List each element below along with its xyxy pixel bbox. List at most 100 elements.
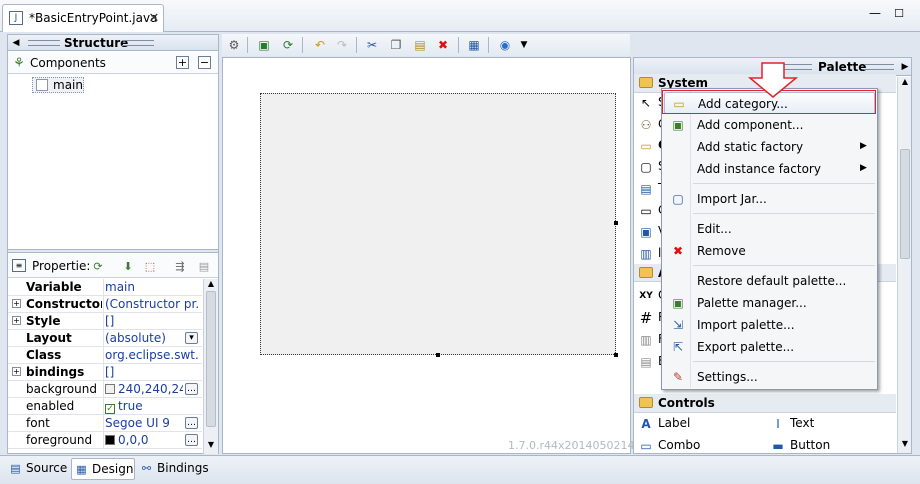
property-row-foreground[interactable]: foreground 0,0,0 … (8, 432, 202, 449)
ellipsis-button[interactable]: … (185, 383, 198, 395)
refresh-icon[interactable]: ⟳ (280, 37, 296, 53)
default-value-icon[interactable]: ⬚ (142, 258, 158, 274)
scrolled-composite-icon: ▤ (640, 182, 652, 196)
scroll-thumb[interactable] (206, 291, 216, 427)
resize-handle[interactable] (436, 353, 440, 357)
test-gui-icon[interactable]: ⚙ (226, 37, 242, 53)
palette-category-controls[interactable]: Controls (634, 394, 896, 413)
expand-icon[interactable]: + (12, 316, 21, 325)
expand-icon[interactable]: + (12, 367, 21, 376)
menu-item-import-palette[interactable]: ⇲ Import palette... (664, 314, 875, 336)
ellipsis-button[interactable]: … (185, 434, 198, 446)
components-header: ⚘ Components + − (8, 52, 218, 74)
goto-definition-icon[interactable]: ⬇ (120, 258, 136, 274)
components-label: Components (30, 56, 106, 70)
menu-item-settings[interactable]: ✎ Settings... (664, 366, 875, 388)
menu-item-restore-default-palette[interactable]: Restore default palette... (664, 270, 875, 292)
property-value[interactable]: (Constructor pr... (105, 297, 199, 311)
property-key: font (26, 416, 50, 430)
close-icon[interactable]: ✕ (147, 10, 161, 26)
collapse-right-icon[interactable]: ▶ (900, 61, 910, 73)
expand-icon[interactable]: + (12, 299, 21, 308)
property-row-style[interactable]: + Style [] (8, 313, 202, 330)
cut-icon[interactable]: ✂ (364, 37, 380, 53)
property-value[interactable]: (absolute) (105, 331, 183, 345)
scroll-down-icon[interactable]: ▼ (206, 440, 216, 450)
components-icon: ⚘ (13, 55, 25, 71)
property-row-variable[interactable]: Variable main (8, 279, 202, 296)
menu-icon[interactable]: ▤ (196, 258, 212, 274)
editor-title-bar: J *BasicEntryPoint.java ✕ — ☐ (0, 0, 920, 32)
menu-item-add-component[interactable]: ▣ Add component... (664, 114, 875, 136)
menu-item-import-jar[interactable]: ▢ Import Jar... (664, 188, 875, 210)
globe-icon[interactable]: ◉ (497, 37, 513, 53)
tab-folder-icon: ▭ (640, 204, 652, 218)
properties-scrollbar[interactable]: ▲ ▼ (203, 279, 218, 454)
scroll-down-icon[interactable]: ▼ (900, 439, 910, 449)
expand-all-button[interactable]: + (176, 56, 189, 69)
menu-item-add-instance-factory[interactable]: Add instance factory ▶ (664, 158, 875, 180)
scroll-thumb[interactable] (900, 149, 910, 259)
structure-title: Structure (64, 36, 129, 50)
show-events-icon[interactable]: ⟳ (90, 258, 106, 274)
property-key: foreground (26, 433, 93, 447)
resize-handle[interactable] (614, 353, 618, 357)
menu-item-remove[interactable]: ✖ Remove (664, 240, 875, 262)
resize-handle[interactable] (614, 221, 618, 225)
tab-source[interactable]: ▤ Source (6, 458, 70, 480)
ellipsis-button[interactable]: … (185, 417, 198, 429)
property-value[interactable]: Segoe UI 9 (105, 416, 183, 430)
minimize-icon[interactable]: — (868, 6, 882, 20)
layout-icon[interactable]: ▦ (466, 37, 482, 53)
shell-main[interactable] (260, 93, 616, 355)
property-row-background[interactable]: background 240,240,240 … (8, 381, 202, 398)
collapse-all-button[interactable]: − (198, 56, 211, 69)
drag-grip[interactable] (28, 40, 60, 46)
panel-splitter[interactable] (8, 249, 218, 253)
scroll-up-icon[interactable]: ▲ (900, 77, 910, 87)
paste-icon[interactable]: ▤ (412, 37, 428, 53)
property-value[interactable]: main (105, 280, 199, 294)
property-value[interactable]: [] (105, 314, 199, 328)
design-canvas[interactable]: 1.7.0.r44x201405021445 (222, 57, 649, 454)
maximize-icon[interactable]: ☐ (892, 6, 906, 20)
property-value: true (118, 399, 143, 413)
component-icon: ▣ (672, 118, 684, 132)
property-row-class[interactable]: Class org.eclipse.swt.... (8, 347, 202, 364)
menu-item-edit[interactable]: Edit... (664, 218, 875, 240)
property-row-bindings[interactable]: + bindings [] (8, 364, 202, 381)
copy-icon[interactable]: ❐ (388, 37, 404, 53)
property-key: bindings (26, 365, 85, 379)
export-code-icon[interactable]: ▣ (256, 37, 272, 53)
menu-item-export-palette[interactable]: ⇱ Export palette... (664, 336, 875, 358)
scroll-up-icon[interactable]: ▲ (206, 279, 216, 289)
property-value[interactable]: org.eclipse.swt.... (105, 348, 199, 362)
property-row-layout[interactable]: Layout (absolute) ▾ (8, 330, 202, 347)
delete-icon[interactable]: ✖ (435, 37, 451, 53)
undo-icon[interactable]: ↶ (312, 37, 328, 53)
tab-bindings[interactable]: ⚯ Bindings (137, 458, 209, 480)
property-value[interactable]: 0,0,0 (118, 433, 149, 447)
structure-panel: ◀ Structure ⚘ Components + − main ≡ Prop… (7, 34, 219, 454)
tab-design[interactable]: ▦ Design (71, 458, 135, 480)
property-row-constructor[interactable]: + Constructor (Constructor pr... (8, 296, 202, 313)
show-advanced-icon[interactable]: ⇶ (172, 258, 188, 274)
palette-manager-icon: ▣ (672, 296, 684, 310)
tree-item-main[interactable]: main (32, 77, 84, 93)
property-value[interactable]: 240,240,240 (118, 382, 183, 396)
menu-item-palette-manager[interactable]: ▣ Palette manager... (664, 292, 875, 314)
checkbox-checked-icon[interactable]: ✓ (105, 404, 115, 414)
property-value[interactable]: [] (105, 365, 199, 379)
dropdown-button[interactable]: ▾ (185, 332, 198, 344)
collapse-left-icon[interactable]: ◀ (11, 37, 21, 49)
property-row-enabled[interactable]: enabled ✓ true (8, 398, 202, 415)
drag-grip[interactable] (122, 40, 154, 46)
property-row-font[interactable]: font Segoe UI 9 … (8, 415, 202, 432)
chevron-down-icon[interactable]: ▼ (516, 37, 532, 53)
menu-item-add-static-factory[interactable]: Add static factory ▶ (664, 136, 875, 158)
category-label: Controls (658, 396, 715, 410)
palette-scrollbar[interactable]: ▲ ▼ (897, 77, 911, 453)
redo-icon[interactable]: ↷ (334, 37, 350, 53)
drag-grip[interactable] (864, 64, 894, 70)
editor-tab-basic-entry-point[interactable]: J *BasicEntryPoint.java ✕ (2, 4, 164, 32)
